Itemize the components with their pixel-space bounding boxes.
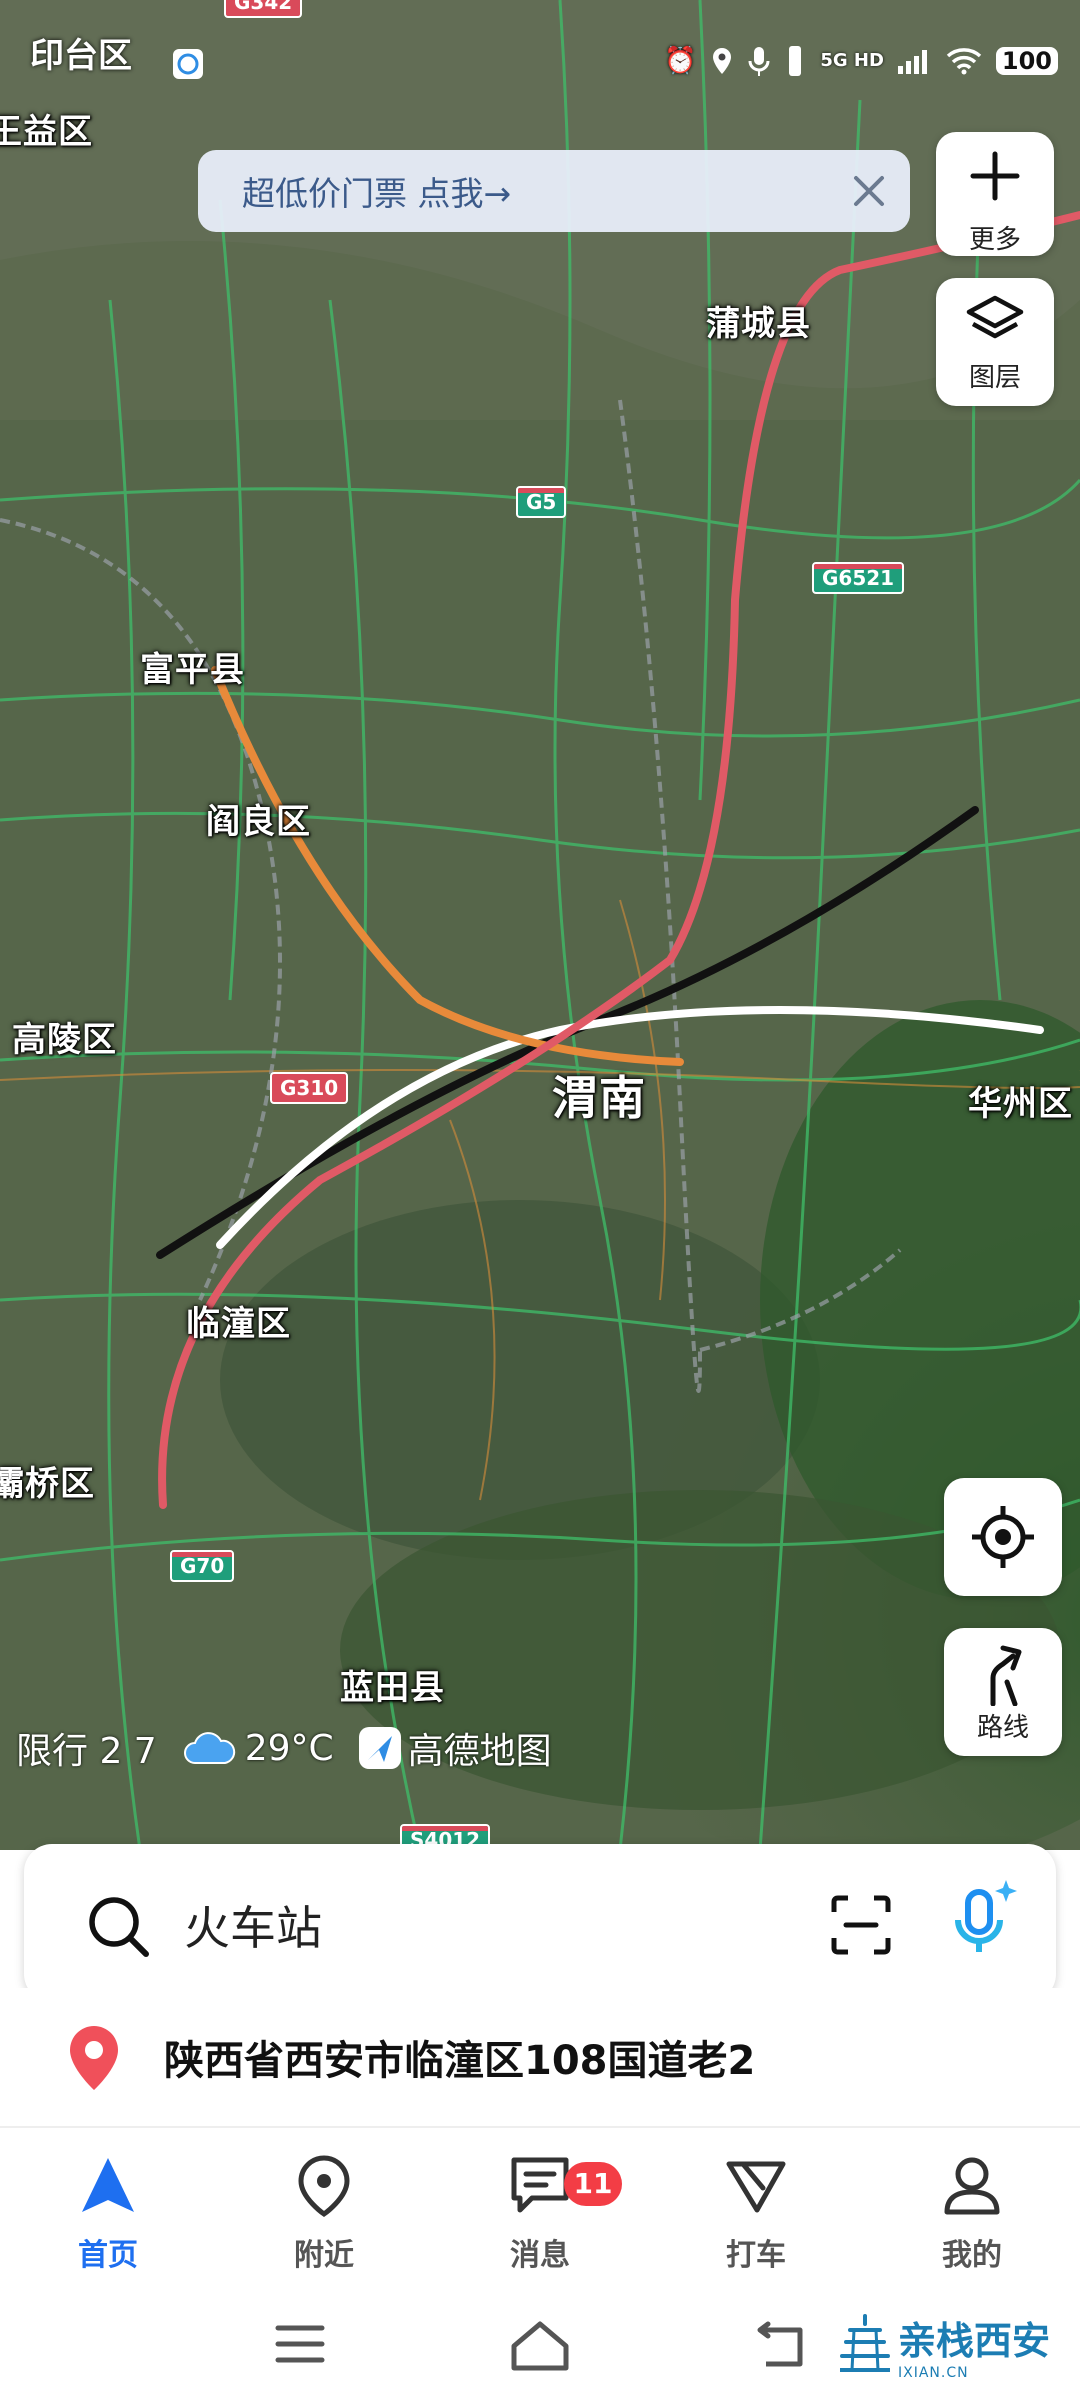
place-huazhou[interactable]: 华州区	[968, 1076, 1073, 1125]
amap-logo-icon	[358, 1727, 401, 1769]
current-address: 陕西省西安市临潼区108国道老2	[164, 2038, 756, 2084]
traffic-restriction[interactable]: 限行 2 7	[16, 1722, 157, 1774]
route-button[interactable]: 路线	[944, 1628, 1062, 1756]
home-navigation-icon	[82, 2158, 134, 2212]
signal-bars-icon	[897, 50, 927, 74]
scan-icon[interactable]	[830, 1894, 892, 1956]
promo-banner[interactable]: 超低价门票 点我→	[198, 150, 910, 232]
layers-label: 图层	[968, 363, 1021, 393]
place-pucheng[interactable]: 蒲城县	[706, 296, 811, 345]
recents-menu-icon[interactable]	[272, 2320, 328, 2368]
tab-home[interactable]: 首页	[0, 2130, 216, 2290]
back-icon[interactable]	[752, 2320, 808, 2372]
brand-logo: 高德地图	[358, 1722, 552, 1774]
my-location-button[interactable]	[944, 1478, 1062, 1596]
route-label: 路线	[976, 1713, 1029, 1743]
chat-bubble-icon	[173, 49, 203, 79]
wifi-icon	[946, 48, 982, 75]
crosshair-icon	[972, 1506, 1034, 1568]
map-view[interactable]: G342 G5 G6521 G310 G70 S4012 王益区 蒲城县 富平县…	[0, 0, 1080, 1850]
temperature-text: 29°C	[244, 1727, 334, 1769]
alarm-icon: ⏰	[663, 46, 697, 76]
battery-level: 100	[995, 47, 1058, 75]
messages-icon	[511, 2157, 569, 2213]
place-lintong[interactable]: 临潼区	[186, 1296, 291, 1345]
tab-messages-label: 消息	[510, 2238, 570, 2273]
map-canvas	[0, 0, 1080, 1850]
location-pin-icon	[70, 2026, 118, 2090]
more-label: 更多	[968, 225, 1021, 255]
watermark: 亲栈西安 IXIAN.CN	[839, 2310, 1050, 2381]
search-query[interactable]: 火车站	[184, 1892, 322, 1958]
bottom-tab-bar: 首页 附近 消息 打车 我的	[0, 2130, 1080, 2290]
voice-search-icon[interactable]	[944, 1878, 1024, 1968]
close-icon[interactable]	[844, 166, 894, 216]
layers-button[interactable]: 图层	[936, 278, 1054, 406]
vibrate-icon	[789, 46, 802, 76]
watermark-title: 亲栈西安	[897, 2318, 1050, 2363]
tab-nearby[interactable]: 附近	[216, 2130, 432, 2290]
place-weinan[interactable]: 渭南	[552, 1062, 646, 1128]
place-fuping[interactable]: 富平县	[140, 642, 245, 691]
highway-shield-g5: G5	[516, 486, 567, 518]
highway-shield-g310: G310	[270, 1072, 349, 1104]
search-icon	[89, 1897, 149, 1957]
map-info-strip: 限行 2 7 29°C 高德地图	[16, 1722, 576, 1774]
route-turn-icon	[990, 1645, 1022, 1706]
tab-profile-label: 我的	[942, 2238, 1002, 2273]
search-bar[interactable]: 火车站	[24, 1844, 1056, 2002]
place-gaoling[interactable]: 高陵区	[12, 1012, 117, 1061]
pagoda-logo-icon	[839, 2313, 890, 2372]
tab-home-label: 首页	[78, 2238, 138, 2273]
tab-profile[interactable]: 我的	[864, 2130, 1080, 2290]
cloud-icon	[183, 1732, 235, 1764]
signal-label: 5G HD	[820, 50, 884, 71]
current-location-row[interactable]: 陕西省西安市临潼区108国道老2	[0, 1988, 1080, 2128]
tab-taxi-label: 打车	[726, 2238, 786, 2273]
mic-status-icon	[748, 47, 770, 76]
place-wangyi[interactable]: 王益区	[0, 104, 93, 153]
tab-messages[interactable]: 消息	[432, 2130, 648, 2290]
messages-badge: 11	[564, 2162, 622, 2206]
status-bar: 印台区 ⏰ 5G HD 100	[0, 0, 1080, 110]
tab-nearby-label: 附近	[294, 2238, 354, 2273]
location-status-icon	[713, 48, 732, 74]
tab-taxi[interactable]: 打车	[648, 2130, 864, 2290]
home-icon[interactable]	[508, 2320, 572, 2372]
place-lantian[interactable]: 蓝田县	[340, 1660, 445, 1709]
brand-name: 高德地图	[407, 1731, 552, 1772]
profile-icon	[944, 2157, 1000, 2215]
taxi-icon	[726, 2161, 786, 2213]
weather[interactable]: 29°C	[181, 1728, 334, 1769]
place-baqiao[interactable]: 灞桥区	[0, 1456, 95, 1505]
more-button[interactable]: 更多	[936, 132, 1054, 256]
plus-icon	[970, 151, 1020, 201]
highway-shield-g6521: G6521	[812, 562, 905, 594]
place-yanliang[interactable]: 阎良区	[206, 794, 311, 843]
layers-icon	[966, 295, 1024, 339]
highway-shield-g70: G70	[170, 1550, 235, 1582]
watermark-url: IXIAN.CN	[897, 2365, 969, 2381]
nearby-pin-icon	[298, 2155, 350, 2218]
status-district: 印台区	[30, 36, 132, 76]
promo-text[interactable]: 超低价门票 点我→	[242, 167, 511, 215]
